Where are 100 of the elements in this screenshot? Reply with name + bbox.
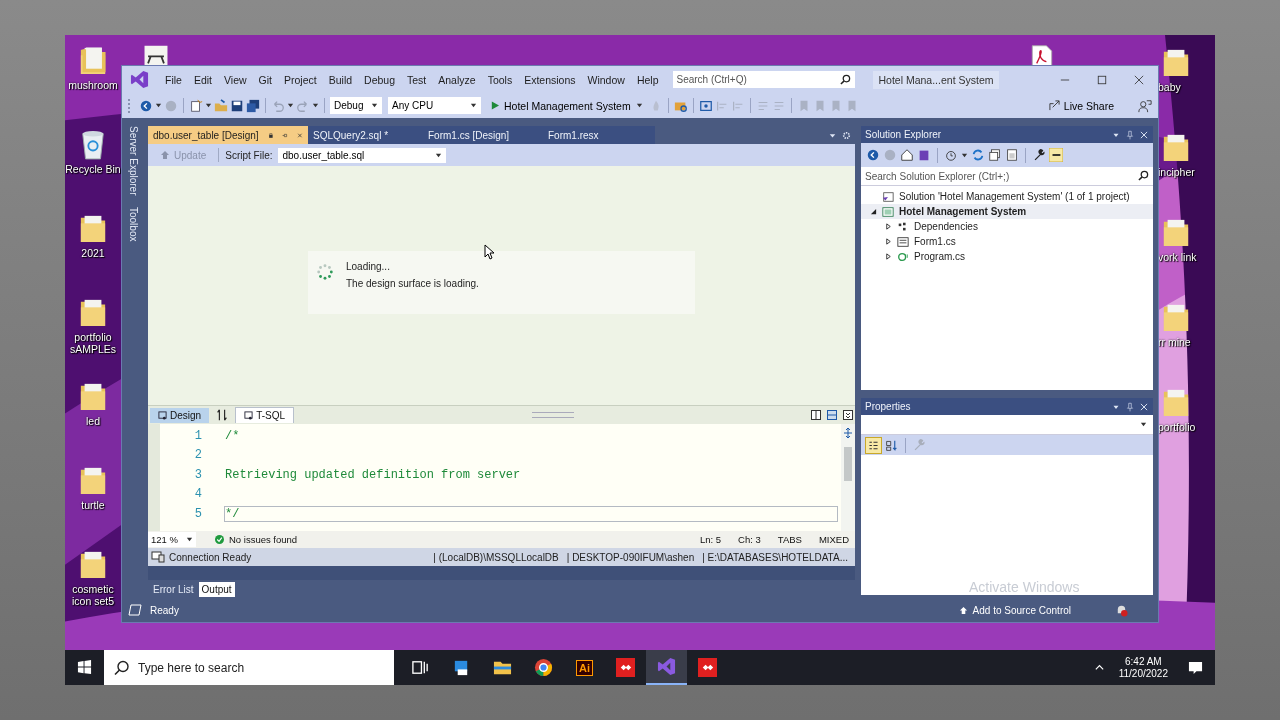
desktop-icon-label[interactable]: cosmetic icon set5 xyxy=(65,583,121,607)
column-position: Ch: 3 xyxy=(738,534,761,545)
desktop-icon-label[interactable]: portfolio sAMPLEs xyxy=(65,331,121,355)
start-button[interactable]: Hotel Management System xyxy=(487,99,647,112)
tool-window-tab[interactable]: Output xyxy=(198,581,235,597)
caret-icon[interactable] xyxy=(371,102,378,109)
feedback-icon[interactable] xyxy=(1138,98,1152,113)
screenshot-icon[interactable] xyxy=(698,98,713,113)
desktop-icon-label[interactable]: mushroom xyxy=(68,79,118,91)
live-share-button[interactable]: Live Share xyxy=(1042,98,1120,113)
expand-arrow-icon[interactable] xyxy=(884,253,892,260)
menu-item[interactable]: File xyxy=(159,71,188,88)
caret-icon[interactable] xyxy=(1140,421,1147,428)
maximize-icon[interactable] xyxy=(1097,74,1107,85)
scrollbar-thumb[interactable] xyxy=(844,447,852,481)
start-icon[interactable] xyxy=(77,660,92,675)
caret-icon[interactable] xyxy=(961,151,968,159)
clock-date[interactable]: 11/20/2022 xyxy=(1118,668,1168,679)
side-panel-tab[interactable]: Toolbox xyxy=(127,207,139,242)
horizontal-split-icon[interactable] xyxy=(827,410,837,420)
caret-icon[interactable] xyxy=(312,102,319,109)
menu-item[interactable]: Edit xyxy=(187,71,218,88)
pin-icon[interactable] xyxy=(1125,129,1135,140)
back-icon[interactable] xyxy=(139,98,153,113)
pane-tab[interactable]: Design xyxy=(150,407,210,423)
menu-item[interactable]: Test xyxy=(401,71,433,88)
scrollbar[interactable] xyxy=(841,424,855,531)
menu-item[interactable]: Build xyxy=(322,71,359,88)
caret-icon[interactable] xyxy=(205,102,212,109)
wrench-icon[interactable] xyxy=(1032,148,1046,162)
menu-item[interactable]: Window xyxy=(581,71,631,88)
split-editor-icon[interactable] xyxy=(843,427,853,439)
menu-item[interactable]: View xyxy=(218,71,253,88)
menu-item[interactable]: Git xyxy=(252,71,278,88)
menu-item[interactable]: Project xyxy=(278,71,323,88)
script-file-dropdown[interactable]: dbo.user_table.sql xyxy=(278,147,447,163)
clock-time[interactable]: 6:42 AM xyxy=(1125,656,1162,667)
tree-item[interactable]: Dependencies xyxy=(861,219,1153,234)
pin-icon[interactable] xyxy=(1125,401,1135,412)
collapse-arrow-icon[interactable] xyxy=(869,208,877,215)
menu-item[interactable]: Analyze xyxy=(432,71,482,88)
close-icon[interactable] xyxy=(297,130,303,140)
expand-arrow-icon[interactable] xyxy=(884,223,892,230)
tree-item[interactable]: Form1.cs xyxy=(861,234,1153,249)
chevron-up-icon[interactable] xyxy=(1093,662,1105,673)
close-icon[interactable] xyxy=(1134,74,1144,85)
document-tab[interactable]: Form1.resx xyxy=(543,126,655,144)
tree-item[interactable]: Program.cs xyxy=(861,249,1153,264)
caret-icon[interactable] xyxy=(470,102,477,109)
menu-item[interactable]: Tools xyxy=(481,71,519,88)
menu-item[interactable]: Extensions xyxy=(518,71,582,88)
tree-item[interactable]: Solution 'Hotel Management System' (1 of 1 project) xyxy=(861,189,1153,204)
expand-arrow-icon[interactable] xyxy=(884,238,892,245)
notification-icon[interactable] xyxy=(1188,660,1203,675)
platform-dropdown[interactable]: Any CPU xyxy=(388,97,481,114)
desktop-icon-label[interactable]: led xyxy=(86,415,100,427)
pane-tab[interactable]: T-SQL xyxy=(235,407,295,423)
caret-icon[interactable] xyxy=(435,151,443,159)
save-all-icon[interactable] xyxy=(246,98,260,113)
desktop-icon-label[interactable]: vork link xyxy=(1158,251,1197,263)
document-tab[interactable]: dbo.user_table [Design] xyxy=(148,126,308,144)
history-icon[interactable] xyxy=(944,148,958,162)
issues-status[interactable]: No issues found xyxy=(229,534,298,545)
zoom-dropdown[interactable]: 121 % xyxy=(148,532,196,547)
search-field[interactable]: Type here to search xyxy=(136,650,394,685)
desktop-icon-label[interactable]: baby xyxy=(1158,81,1181,93)
caret-icon[interactable] xyxy=(186,536,193,543)
caret-icon[interactable] xyxy=(287,102,294,109)
save-icon[interactable] xyxy=(230,98,244,113)
side-panel-tab[interactable]: Server Explorer xyxy=(127,126,139,196)
settings-icon[interactable] xyxy=(841,129,852,141)
source-control-button[interactable]: Add to Source Control xyxy=(952,603,1077,617)
desktop-icon-label[interactable]: 2021 xyxy=(81,247,105,259)
switch-view-icon[interactable] xyxy=(917,148,931,162)
menu-item[interactable]: Debug xyxy=(358,71,401,88)
show-files-icon[interactable] xyxy=(1005,148,1019,162)
document-tab[interactable]: Form1.cs [Design] xyxy=(423,126,543,144)
tool-window-tab[interactable]: Error List xyxy=(150,581,197,597)
check-icon xyxy=(215,535,224,544)
back-icon[interactable] xyxy=(866,148,880,162)
caret-icon[interactable] xyxy=(635,102,643,109)
desktop-icon-label[interactable]: incipher xyxy=(1158,166,1195,178)
caret-icon[interactable] xyxy=(155,102,162,109)
collapse-pane-icon[interactable] xyxy=(843,410,853,420)
preview-icon[interactable] xyxy=(1049,148,1063,162)
tree-item[interactable]: Hotel Management System xyxy=(861,204,1153,219)
search-field[interactable]: Search (Ctrl+Q) xyxy=(672,71,836,88)
design-app-button[interactable]: Ai xyxy=(564,650,605,685)
menu-item[interactable]: Help xyxy=(630,71,665,88)
categorized-button[interactable] xyxy=(866,437,881,453)
configuration-dropdown[interactable]: Debug xyxy=(330,97,382,114)
swap-panes-icon[interactable] xyxy=(215,408,230,422)
arrow-up-icon xyxy=(160,150,170,160)
ide-app-button[interactable] xyxy=(646,650,687,685)
vertical-split-icon[interactable] xyxy=(811,410,821,420)
collapse-icon[interactable] xyxy=(988,148,1002,162)
new-item-icon[interactable] xyxy=(189,98,203,113)
document-tab[interactable]: SQLQuery2.sql * xyxy=(308,126,423,144)
desktop-icon-label[interactable]: turtle xyxy=(81,499,105,511)
desktop-icon-label[interactable]: Recycle Bin xyxy=(65,163,121,175)
